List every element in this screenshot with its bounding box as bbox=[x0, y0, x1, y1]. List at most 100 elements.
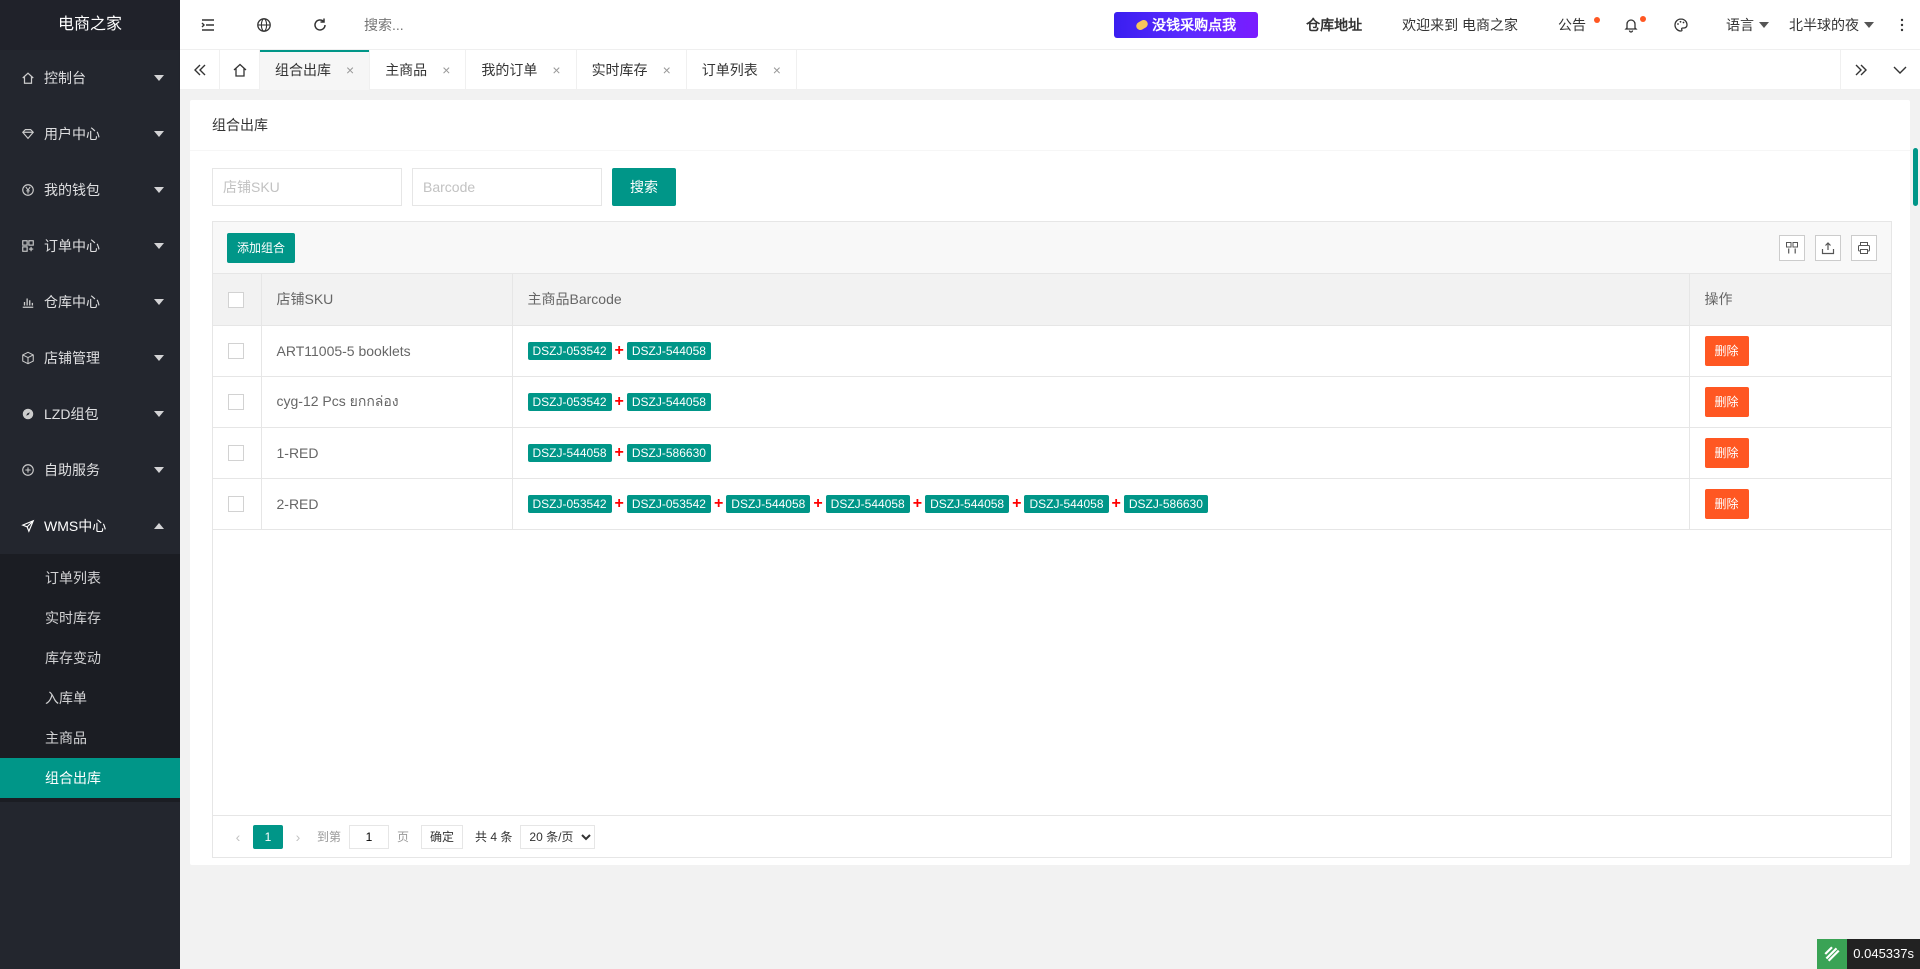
sidebar-item-5[interactable]: 店铺管理 bbox=[0, 330, 180, 386]
sidebar-item-4[interactable]: 仓库中心 bbox=[0, 274, 180, 330]
barcode-tag: DSZJ-544058 bbox=[925, 494, 1010, 513]
delete-button[interactable]: 删除 bbox=[1704, 386, 1749, 417]
row-checkbox[interactable] bbox=[228, 343, 244, 360]
sidebar-item-label: LZD组包 bbox=[44, 406, 99, 422]
sku-search-input[interactable] bbox=[212, 168, 402, 206]
close-icon[interactable]: × bbox=[552, 62, 560, 78]
row-barcodes: DSZJ-053542 + DSZJ-544058 bbox=[512, 325, 1690, 377]
sidebar-item-2[interactable]: 我的钱包 bbox=[0, 162, 180, 218]
pill-icon bbox=[1134, 18, 1150, 31]
close-icon[interactable]: × bbox=[773, 62, 781, 78]
delete-button[interactable]: 删除 bbox=[1704, 335, 1749, 366]
sidebar-item-label: 我的钱包 bbox=[44, 182, 100, 198]
delete-button[interactable]: 删除 bbox=[1704, 437, 1749, 468]
tabs-scroll-right-button[interactable] bbox=[1840, 50, 1880, 90]
table-row: 2-RED DSZJ-053542 + DSZJ-053542 + DSZJ-544058… bbox=[213, 478, 1891, 530]
tab-4[interactable]: 订单列表 × bbox=[687, 50, 797, 90]
sidebar-subitem-1[interactable]: 实时库存 bbox=[0, 598, 180, 638]
warehouse-address-link[interactable]: 仓库地址 bbox=[1286, 0, 1382, 50]
palette-icon bbox=[1674, 17, 1688, 32]
user-dropdown[interactable]: 北半球的夜 bbox=[1779, 0, 1884, 50]
sidebar-item-6[interactable]: LZD组包 bbox=[0, 386, 180, 442]
barcode-tag: DSZJ-544058 bbox=[527, 443, 612, 462]
tab-label: 主商品 bbox=[385, 62, 428, 78]
search-button[interactable]: 搜索 bbox=[612, 168, 676, 206]
promo-text: 没钱采购点我 bbox=[1152, 16, 1237, 33]
close-icon[interactable]: × bbox=[442, 62, 450, 78]
notice-dot bbox=[1594, 16, 1600, 23]
debug-timing-badge: 0.045337s bbox=[1817, 939, 1920, 969]
plus-icon: + bbox=[614, 443, 624, 461]
delete-button[interactable]: 删除 bbox=[1704, 488, 1749, 519]
tabs-scroll-left-button[interactable] bbox=[180, 50, 220, 90]
close-icon[interactable]: × bbox=[663, 62, 671, 78]
sidebar-item-7[interactable]: 自助服务 bbox=[0, 442, 180, 498]
header-barcode[interactable]: 主商品Barcode bbox=[512, 274, 1690, 326]
sidebar-subitem-5[interactable]: 组合出库 bbox=[0, 758, 180, 798]
sidebar-item-1[interactable]: 用户中心 bbox=[0, 106, 180, 162]
sidebar-item-0[interactable]: 控制台 bbox=[0, 50, 180, 106]
goto-confirm-button[interactable]: 确定 bbox=[421, 824, 464, 849]
language-dropdown[interactable]: 语言 bbox=[1706, 0, 1779, 50]
header-search-input[interactable] bbox=[352, 9, 552, 40]
tab-3[interactable]: 实时库存 × bbox=[577, 50, 687, 90]
barcode-tag: DSZJ-544058 bbox=[726, 494, 811, 513]
current-page[interactable]: 1 bbox=[253, 824, 283, 849]
sidebar-subitem-3[interactable]: 入库单 bbox=[0, 678, 180, 718]
chevron-down-icon bbox=[154, 355, 164, 361]
tab-home[interactable] bbox=[220, 50, 260, 90]
select-all-checkbox[interactable] bbox=[228, 291, 244, 308]
column-filter-button[interactable] bbox=[1779, 234, 1805, 261]
sidebar-item-8[interactable]: WMS中心 bbox=[0, 498, 180, 554]
row-checkbox-cell bbox=[213, 325, 262, 377]
sidebar-item-label: 用户中心 bbox=[44, 126, 100, 142]
main-content: 组合出库 搜索 添加组合 bbox=[180, 90, 1920, 969]
tab-2[interactable]: 我的订单 × bbox=[466, 50, 577, 90]
tabs-menu-button[interactable] bbox=[1880, 50, 1920, 90]
sidebar-item-3[interactable]: 订单中心 bbox=[0, 218, 180, 274]
promo-banner[interactable]: 没钱采购点我 bbox=[1114, 11, 1259, 38]
double-chevron-left-icon bbox=[193, 64, 205, 76]
row-sku: 2-RED bbox=[261, 478, 513, 530]
sidebar-item-label: 控制台 bbox=[44, 70, 86, 86]
website-button[interactable] bbox=[236, 0, 292, 50]
chevron-down-icon bbox=[154, 187, 164, 193]
goto-page-input[interactable] bbox=[349, 824, 390, 849]
close-icon[interactable]: × bbox=[346, 62, 354, 78]
row-checkbox[interactable] bbox=[228, 445, 244, 462]
cube-icon bbox=[20, 350, 36, 366]
export-button[interactable] bbox=[1815, 234, 1841, 261]
barcode-search-input[interactable] bbox=[412, 168, 602, 206]
add-combo-button[interactable]: 添加组合 bbox=[227, 232, 296, 263]
refresh-button[interactable] bbox=[292, 0, 348, 50]
plus-icon: + bbox=[614, 494, 624, 512]
page-size-select[interactable]: 20 条/页 bbox=[520, 824, 596, 849]
sidebar-subitem-2[interactable]: 库存变动 bbox=[0, 638, 180, 678]
more-button[interactable] bbox=[1884, 0, 1920, 50]
prev-page-button[interactable]: ‹ bbox=[227, 829, 249, 845]
row-barcodes: DSZJ-053542 + DSZJ-544058 bbox=[512, 376, 1690, 428]
row-checkbox[interactable] bbox=[228, 394, 244, 411]
print-button[interactable] bbox=[1851, 234, 1877, 261]
indent-icon bbox=[201, 18, 214, 31]
bell-icon bbox=[1624, 18, 1638, 33]
notification-button[interactable] bbox=[1606, 0, 1656, 50]
collapse-menu-button[interactable] bbox=[180, 0, 236, 50]
notice-link[interactable]: 公告 bbox=[1538, 0, 1606, 50]
next-page-button[interactable]: › bbox=[287, 829, 309, 845]
row-sku: cyg-12 Pcs ยกกล่อง bbox=[261, 376, 513, 428]
sidebar-subitem-4[interactable]: 主商品 bbox=[0, 718, 180, 758]
tab-1[interactable]: 主商品 × bbox=[370, 50, 467, 90]
row-checkbox[interactable] bbox=[228, 496, 244, 513]
tab-label: 组合出库 bbox=[275, 62, 331, 78]
header-sku[interactable]: 店铺SKU bbox=[261, 274, 513, 326]
row-barcodes: DSZJ-053542 + DSZJ-053542 + DSZJ-544058 + DSZJ… bbox=[512, 478, 1690, 530]
theme-button[interactable] bbox=[1656, 0, 1706, 50]
tab-0[interactable]: 组合出库 × bbox=[260, 50, 371, 90]
table-toolbar: 添加组合 bbox=[213, 222, 1891, 274]
scrollbar-thumb[interactable] bbox=[1913, 148, 1918, 206]
content-card: 组合出库 搜索 添加组合 bbox=[190, 100, 1910, 865]
plus-icon: + bbox=[614, 392, 624, 410]
sidebar-subitem-0[interactable]: 订单列表 bbox=[0, 558, 180, 598]
wms-submenu: 订单列表 实时库存 库存变动 入库单 主商品 组合出库 bbox=[0, 554, 180, 802]
